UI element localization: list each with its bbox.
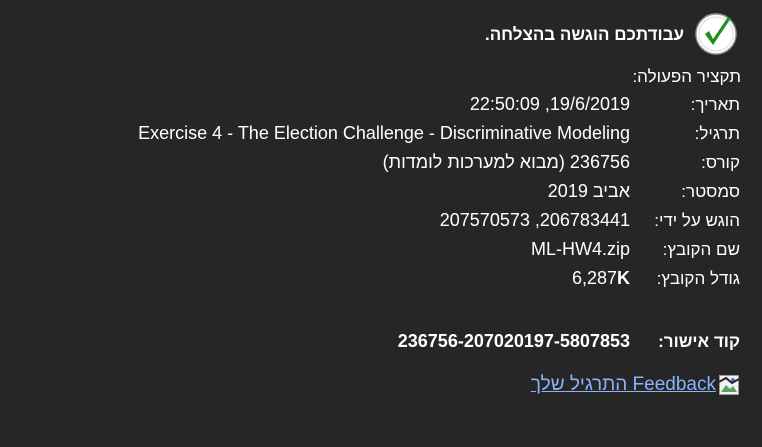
submitted-by-value: 206783441, 207570573 (439, 210, 630, 230)
detail-row-file-size: גודל הקובץ: 6,287K (138, 264, 740, 293)
detail-row-semester: סמסטר: אביב 2019 (138, 177, 740, 206)
date-label: תאריך: (690, 94, 740, 114)
checkmark-icon (695, 13, 737, 55)
broken-image-icon (718, 375, 740, 395)
summary-title: תקציר הפעולה: (632, 67, 741, 86)
file-size-number: 6,287 (571, 268, 617, 288)
feedback-link-label: Feedback התרגיל שלך (530, 374, 716, 395)
exercise-value: Exercise 4 - The Election Challenge - Di… (138, 123, 630, 143)
semester-label: סמסטר: (681, 181, 740, 201)
detail-row-file-name: שם הקובץ: ML-HW4.zip (138, 235, 740, 264)
submission-confirmation-page: עבודתכם הוגשה בהצלחה. תקציר הפעולה: תארי… (0, 0, 762, 447)
file-size-unit: K (617, 268, 630, 288)
feedback-link[interactable]: Feedback התרגיל שלך (531, 374, 740, 396)
submitted-by-label: הוגש על ידי: (654, 210, 740, 230)
submission-details-table: תאריך: 19/6/2019, 22:50:09 תרגיל: Exerci… (138, 90, 740, 356)
success-banner: עבודתכם הוגשה בהצלחה. (485, 12, 738, 56)
success-message: עבודתכם הוגשה בהצלחה. (484, 25, 684, 44)
detail-row-exercise: תרגיל: Exercise 4 - The Election Challen… (138, 119, 740, 148)
detail-row-date: תאריך: 19/6/2019, 22:50:09 (138, 90, 740, 119)
approval-code-label: קוד אישור: (658, 331, 740, 351)
course-label: קורס: (701, 152, 740, 172)
detail-row-submitted-by: הוגש על ידי: 206783441, 207570573 (138, 206, 740, 235)
file-size-value: 6,287K (138, 264, 630, 293)
detail-row-course: קורס: 236756 (מבוא למערכות לומדות) (138, 148, 740, 177)
spacer-row (138, 293, 740, 327)
detail-row-approval-code: קוד אישור: 236756-207020197-5807853 (138, 327, 740, 356)
file-name-label: שם הקובץ: (662, 239, 740, 259)
course-value: 236756 (מבוא למערכות לומדות) (382, 152, 630, 172)
semester-value: אביב 2019 (547, 181, 630, 201)
exercise-label: תרגיל: (694, 123, 740, 143)
file-size-label: גודל הקובץ: (656, 268, 740, 288)
approval-code-value: 236756-207020197-5807853 (397, 331, 630, 351)
date-value: 19/6/2019, 22:50:09 (469, 94, 630, 114)
file-name-value: ML-HW4.zip (530, 239, 630, 259)
